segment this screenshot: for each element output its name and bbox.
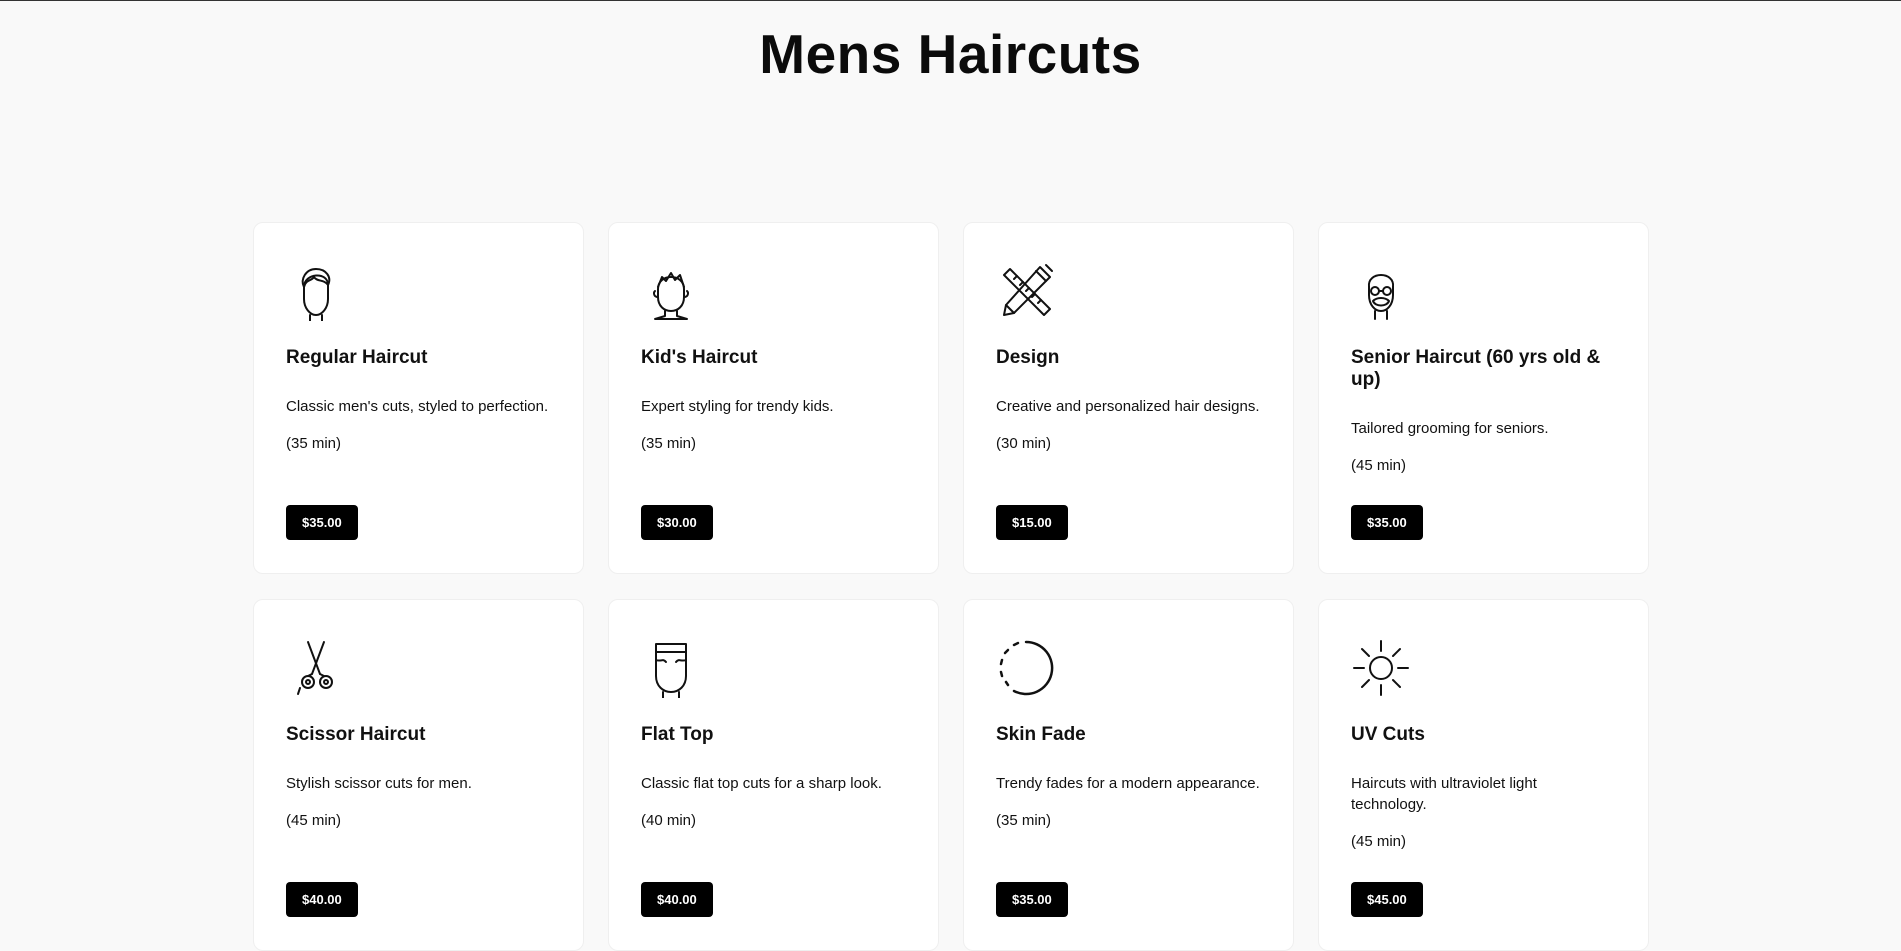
services-grid: Regular Haircut Classic men's cuts, styl… xyxy=(253,222,1649,951)
service-description: Haircuts with ultraviolet light technolo… xyxy=(1351,775,1537,813)
service-card: Scissor Haircut Stylish scissor cuts for… xyxy=(253,599,584,951)
service-duration: (40 min) xyxy=(641,812,697,829)
service-title: Kid's Haircut xyxy=(641,347,758,368)
service-description: Trendy fades for a modern appearance. xyxy=(996,775,1260,792)
top-border xyxy=(0,0,1901,1)
service-description: Tailored grooming for seniors. xyxy=(1351,420,1549,437)
service-title: Senior Haircut (60 yrs old & up) xyxy=(1351,347,1601,390)
service-title: Design xyxy=(996,347,1060,368)
service-duration: (30 min) xyxy=(996,435,1052,452)
service-card: Regular Haircut Classic men's cuts, styl… xyxy=(253,222,584,574)
service-description: Classic flat top cuts for a sharp look. xyxy=(641,775,882,792)
price-button[interactable]: $15.00 xyxy=(996,505,1068,540)
flat-top-head-icon xyxy=(641,638,701,698)
service-description: Expert styling for trendy kids. xyxy=(641,398,834,415)
price-button[interactable]: $35.00 xyxy=(1351,505,1423,540)
man-head-icon xyxy=(286,261,346,321)
service-card: Design Creative and personalized hair de… xyxy=(963,222,1294,574)
service-duration: (45 min) xyxy=(286,812,342,829)
service-title: UV Cuts xyxy=(1351,724,1425,745)
service-title: Scissor Haircut xyxy=(286,724,426,745)
senior-head-icon xyxy=(1351,261,1411,321)
circle-fade-icon xyxy=(996,638,1056,698)
sun-icon xyxy=(1351,638,1411,698)
page-title: Mens Haircuts xyxy=(759,23,1142,85)
service-card: Skin Fade Trendy fades for a modern appe… xyxy=(963,599,1294,951)
service-title: Regular Haircut xyxy=(286,347,428,368)
price-button[interactable]: $45.00 xyxy=(1351,882,1423,917)
service-duration: (45 min) xyxy=(1351,833,1407,850)
service-card: UV Cuts Haircuts with ultraviolet light … xyxy=(1318,599,1649,951)
service-duration: (45 min) xyxy=(1351,457,1407,474)
service-card: Senior Haircut (60 yrs old & up) Tailore… xyxy=(1318,222,1649,574)
price-button[interactable]: $35.00 xyxy=(286,505,358,540)
service-card: Kid's Haircut Expert styling for trendy … xyxy=(608,222,939,574)
service-duration: (35 min) xyxy=(996,812,1052,829)
price-button[interactable]: $35.00 xyxy=(996,882,1068,917)
service-duration: (35 min) xyxy=(286,435,342,452)
ruler-pencil-icon xyxy=(996,261,1056,321)
scissors-icon xyxy=(286,638,346,698)
service-description: Creative and personalized hair designs. xyxy=(996,398,1260,415)
price-button[interactable]: $40.00 xyxy=(641,882,713,917)
service-description: Classic men's cuts, styled to perfection… xyxy=(286,398,549,415)
kid-head-icon xyxy=(641,261,701,321)
service-title: Flat Top xyxy=(641,724,714,745)
service-description: Stylish scissor cuts for men. xyxy=(286,775,472,792)
service-duration: (35 min) xyxy=(641,435,697,452)
price-button[interactable]: $40.00 xyxy=(286,882,358,917)
service-title: Skin Fade xyxy=(996,724,1086,745)
service-card: Flat Top Classic flat top cuts for a sha… xyxy=(608,599,939,951)
price-button[interactable]: $30.00 xyxy=(641,505,713,540)
